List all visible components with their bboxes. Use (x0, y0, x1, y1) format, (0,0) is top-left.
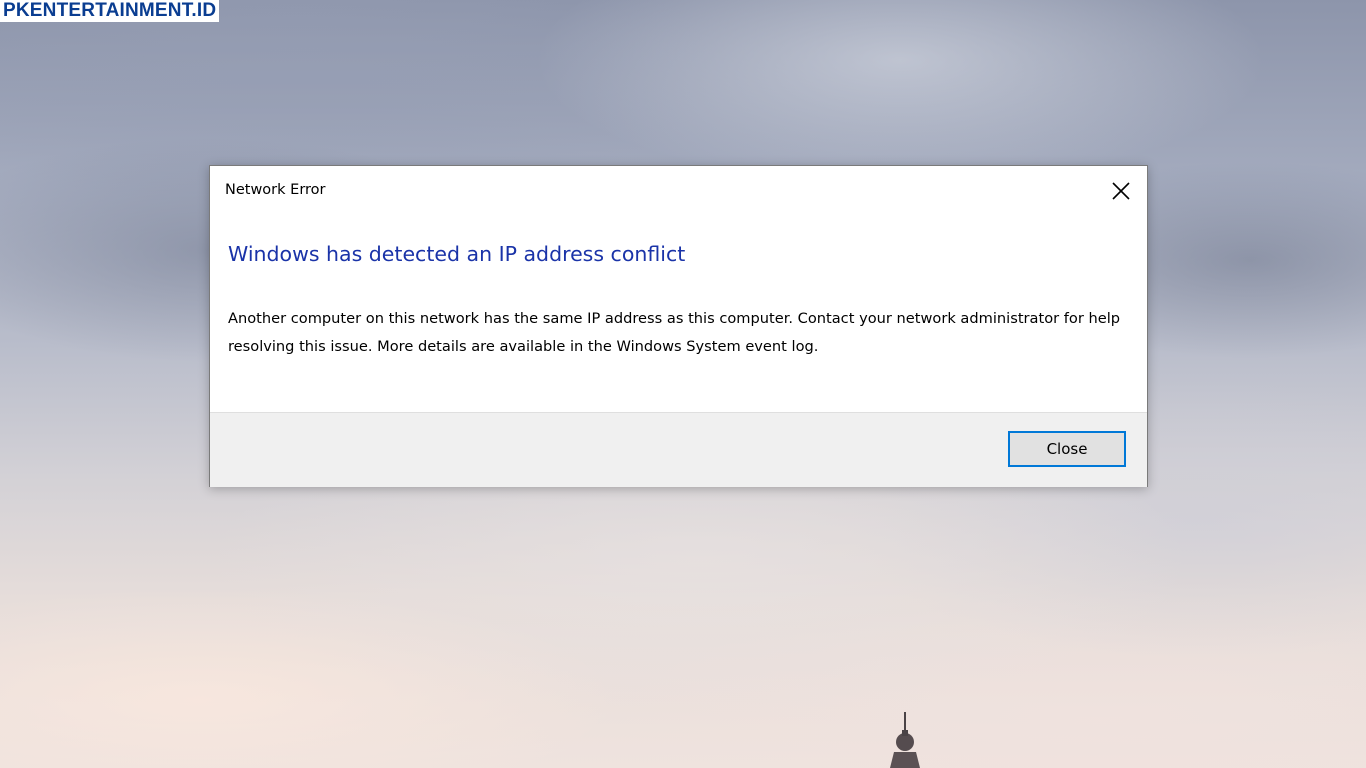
dialog-message: Another computer on this network has the… (228, 310, 1121, 355)
close-button[interactable]: Close (1008, 431, 1126, 467)
close-icon[interactable] (1109, 179, 1133, 203)
dialog-footer: Close (210, 412, 1147, 487)
watermark-logo: PKENTERTAINMENT.ID (0, 0, 220, 22)
dialog-title: Network Error (225, 182, 326, 198)
dialog-heading: Windows has detected an IP address confl… (228, 242, 686, 266)
network-error-dialog: Network Error Windows has detected an IP… (209, 165, 1148, 487)
church-spire (890, 712, 920, 768)
